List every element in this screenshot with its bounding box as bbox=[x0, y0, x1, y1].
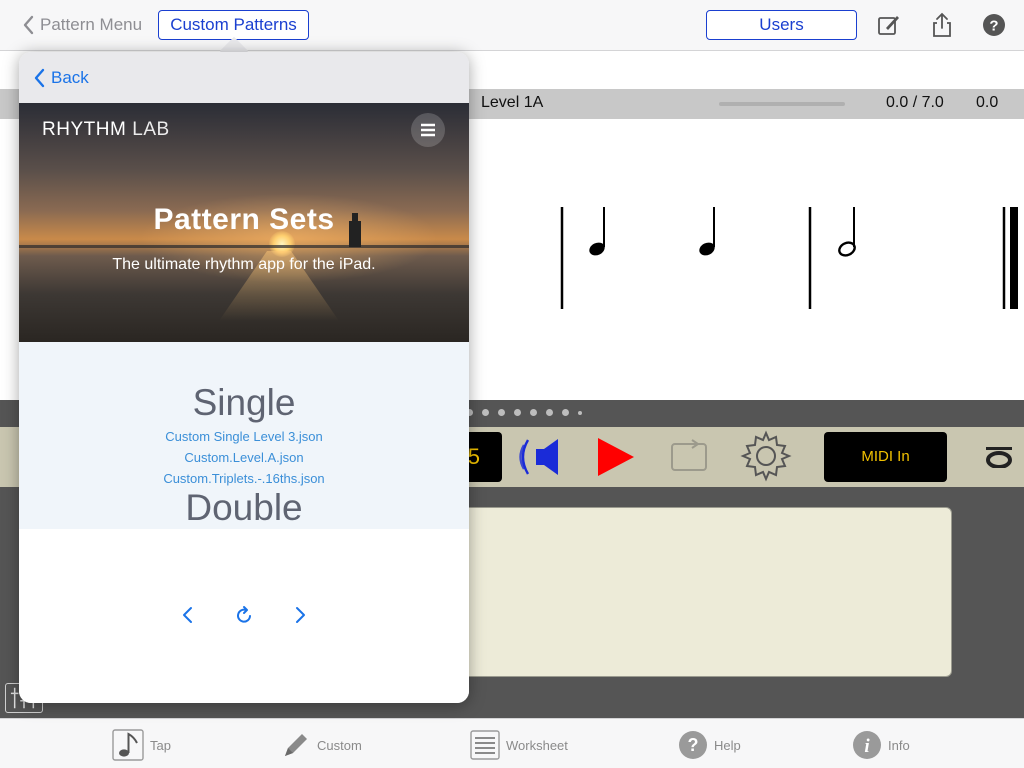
page-dot[interactable] bbox=[578, 410, 582, 415]
quarter-note bbox=[589, 207, 605, 256]
final-barline-thick bbox=[1010, 207, 1018, 309]
page-dot[interactable] bbox=[546, 409, 553, 416]
browser-controls bbox=[19, 529, 469, 703]
share-icon[interactable] bbox=[929, 12, 955, 38]
hamburger-menu-icon[interactable] bbox=[411, 113, 445, 147]
svg-text:?: ? bbox=[989, 18, 998, 35]
level-score: 0.0 / 7.0 bbox=[886, 94, 944, 111]
svg-text:?: ? bbox=[688, 735, 699, 755]
play-icon[interactable] bbox=[596, 436, 636, 478]
midi-in-button[interactable]: MIDI In bbox=[824, 432, 947, 482]
tap-pad[interactable] bbox=[455, 507, 952, 677]
brand-logo: RHYTHM LAB bbox=[42, 119, 170, 141]
tab-worksheet-label: Worksheet bbox=[506, 737, 568, 753]
hero-banner: RHYTHM LAB Pattern Sets The ultimate rhy… bbox=[19, 103, 469, 342]
brand-bold: RHYTHM bbox=[42, 119, 127, 140]
back-button[interactable]: Back bbox=[33, 66, 89, 90]
tab-tap-label: Tap bbox=[150, 737, 171, 753]
help-icon[interactable]: ? bbox=[981, 12, 1007, 38]
page-indicator[interactable] bbox=[466, 409, 582, 416]
chevron-left-icon[interactable] bbox=[177, 604, 199, 626]
users-button[interactable]: Users bbox=[706, 10, 857, 40]
pencil-icon bbox=[285, 734, 307, 756]
page-dot[interactable] bbox=[514, 409, 521, 416]
tab-help[interactable]: ? Help bbox=[678, 729, 741, 761]
whole-note-icon[interactable] bbox=[985, 446, 1013, 468]
pattern-menu-back-button[interactable]: Pattern Menu bbox=[22, 12, 142, 38]
page-dot[interactable] bbox=[482, 409, 489, 416]
tab-worksheet[interactable]: Worksheet bbox=[470, 729, 568, 761]
bottom-tab-bar: Tap Custom Worksheet ? Help i Info bbox=[0, 718, 1024, 768]
pattern-sets-list: Single Custom Single Level 3.json Custom… bbox=[19, 342, 469, 529]
single-heading: Single bbox=[192, 382, 296, 423]
popover-nav-bar: Back bbox=[19, 52, 469, 103]
page-dot[interactable] bbox=[498, 409, 505, 416]
level-time: 0.0 bbox=[976, 94, 999, 111]
quarter-note bbox=[699, 207, 715, 256]
reload-icon[interactable] bbox=[233, 604, 255, 626]
question-icon: ? bbox=[679, 731, 707, 759]
info-icon: i bbox=[853, 731, 881, 759]
speaker-icon[interactable] bbox=[516, 434, 562, 480]
level-progress-bar bbox=[719, 102, 845, 106]
horizon bbox=[19, 245, 469, 248]
chevron-left-icon bbox=[23, 15, 34, 35]
svg-text:i: i bbox=[864, 736, 870, 757]
single-set-link[interactable]: Custom.Triplets.-.16ths.json bbox=[19, 471, 469, 486]
list-icon bbox=[470, 730, 500, 760]
tab-custom[interactable]: Custom bbox=[281, 729, 362, 761]
tab-info-label: Info bbox=[888, 737, 910, 753]
chevron-right-icon[interactable] bbox=[289, 604, 311, 626]
single-set-link[interactable]: Custom Single Level 3.json bbox=[19, 429, 469, 444]
pattern-menu-label: Pattern Menu bbox=[40, 15, 143, 34]
chevron-left-icon bbox=[34, 68, 45, 88]
pattern-sets-popover: Back RHYTHM LAB Pattern Sets The ultimat… bbox=[19, 52, 469, 703]
gear-icon[interactable] bbox=[740, 430, 792, 482]
compose-icon[interactable] bbox=[876, 12, 902, 38]
tab-custom-label: Custom bbox=[317, 737, 362, 753]
single-set-link[interactable]: Custom.Level.A.json bbox=[19, 450, 469, 465]
hero-title: Pattern Sets bbox=[153, 203, 335, 236]
tab-info[interactable]: i Info bbox=[852, 729, 910, 761]
tab-tap[interactable]: Tap bbox=[112, 729, 171, 761]
top-navigation-bar: Pattern Menu Custom Patterns Users ? bbox=[0, 0, 1024, 51]
hero-subtitle: The ultimate rhythm app for the iPad. bbox=[112, 256, 376, 273]
loop-icon[interactable] bbox=[668, 438, 712, 474]
brand-light: LAB bbox=[132, 119, 170, 140]
page-dot[interactable] bbox=[562, 409, 569, 416]
page-dot[interactable] bbox=[530, 409, 537, 416]
half-note bbox=[838, 207, 856, 257]
level-name: Level 1A bbox=[481, 94, 544, 111]
note-icon bbox=[112, 729, 144, 761]
back-label: Back bbox=[51, 68, 89, 87]
double-heading: Double bbox=[185, 487, 303, 528]
tab-help-label: Help bbox=[714, 737, 741, 753]
